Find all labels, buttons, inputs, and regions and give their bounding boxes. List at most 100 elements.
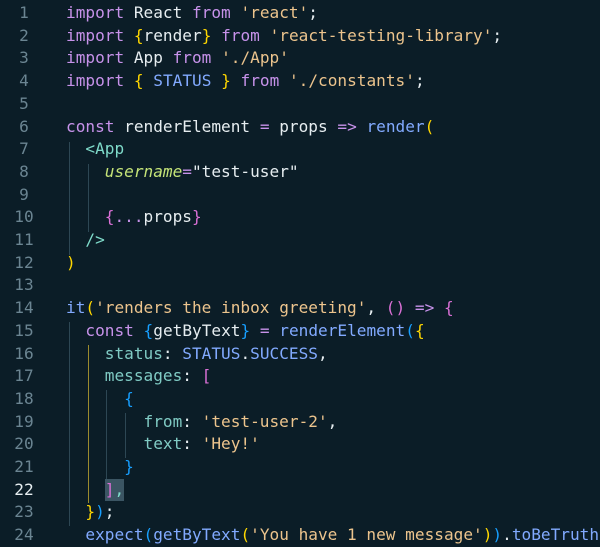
code-token: "test-user": [191, 161, 299, 181]
code-token: ): [492, 525, 503, 545]
code-line[interactable]: 3 import App from './App': [0, 47, 600, 70]
code-token: (): [385, 298, 406, 318]
code-token: {: [124, 388, 134, 408]
code-line[interactable]: 22 ],: [0, 478, 600, 502]
code-line[interactable]: 16 status: STATUS.SUCCESS,: [0, 343, 600, 366]
code-editor[interactable]: 1 import React from 'react'; 2 import {rend…: [0, 0, 600, 547]
code-line[interactable]: 6 const renderElement = props => render(: [0, 116, 600, 139]
code-token: import: [66, 25, 125, 45]
code-token: :: [182, 411, 202, 431]
code-token: STATUS: [153, 71, 212, 91]
code-text: username="test-user": [66, 161, 299, 184]
code-line[interactable]: 18 {: [0, 388, 600, 411]
code-token: import: [66, 48, 125, 68]
code-token: .: [502, 525, 512, 545]
code-token: 'renders the inbox greeting': [95, 298, 367, 318]
code-token: =: [259, 320, 270, 340]
code-line[interactable]: 8 username="test-user": [0, 161, 600, 184]
code-line[interactable]: 12): [0, 252, 600, 275]
code-text: status: STATUS.SUCCESS,: [66, 343, 328, 366]
code-token: :: [162, 343, 183, 363]
code-token: =: [182, 161, 192, 181]
code-line[interactable]: 14 it('renders the inbox greeting', () =>…: [0, 297, 600, 320]
code-token: />: [85, 230, 105, 249]
code-line[interactable]: 11 />: [0, 229, 600, 252]
code-token: toBeTruthy: [511, 525, 600, 545]
code-token: props: [143, 207, 192, 227]
code-line[interactable]: 7 <App: [0, 138, 600, 161]
code-line[interactable]: 23 });: [0, 501, 600, 524]
code-token: (: [85, 298, 96, 318]
code-token: ,: [366, 298, 386, 318]
code-line[interactable]: 5: [0, 93, 600, 116]
code-text: messages: [: [66, 365, 212, 388]
line-number: 22: [14, 479, 34, 499]
code-token: username: [104, 161, 183, 181]
code-token: ;: [492, 25, 503, 45]
code-text: import {render} from 'react-testing-libr…: [66, 25, 502, 48]
code-token: from: [191, 3, 231, 22]
code-line[interactable]: 24 expect(getByText('You have 1 new mess…: [0, 524, 600, 547]
code-token: ,: [114, 478, 125, 502]
code-token: 'Hey!': [201, 434, 260, 454]
code-token: renderElement: [279, 320, 406, 340]
code-token: {: [104, 207, 115, 227]
code-token: const: [66, 116, 115, 136]
code-token: :: [182, 434, 202, 454]
line-number: 8: [19, 161, 29, 181]
code-token: ;: [308, 3, 318, 22]
code-line[interactable]: 17 messages: [: [0, 365, 600, 388]
code-line[interactable]: 15 const {getByText} = renderElement({: [0, 320, 600, 343]
code-token: SUCCESS: [250, 343, 318, 363]
code-line[interactable]: 2 import {render} from 'react-testing-lib…: [0, 25, 600, 48]
line-number: 6: [19, 116, 29, 136]
line-number: 20: [14, 434, 34, 454]
line-number: 24: [14, 525, 34, 545]
code-line[interactable]: 9: [0, 184, 600, 207]
code-token: App: [124, 48, 173, 68]
code-line[interactable]: 13: [0, 274, 600, 297]
code-token: (: [405, 320, 415, 340]
code-token: status: [104, 343, 163, 363]
code-token: }: [201, 25, 212, 45]
code-token: <App: [85, 139, 125, 159]
code-token: ,: [317, 343, 328, 363]
code-text: text: 'Hey!': [66, 433, 260, 456]
code-token: {: [133, 25, 144, 45]
code-token: from: [143, 411, 183, 431]
code-token: =: [259, 116, 270, 136]
code-line[interactable]: 21 }: [0, 456, 600, 479]
code-text: ): [66, 252, 76, 275]
code-token: from: [172, 48, 212, 68]
code-line[interactable]: 19 from: 'test-user-2',: [0, 411, 600, 434]
code-token: from: [221, 25, 260, 45]
code-line[interactable]: 20 text: 'Hey!': [0, 433, 600, 456]
code-line[interactable]: 4 import { STATUS } from './constants';: [0, 70, 600, 93]
code-token: ;: [104, 502, 115, 522]
code-token: 'You have 1 new message': [250, 525, 483, 545]
code-token: [: [201, 366, 212, 386]
code-token: }: [240, 320, 251, 340]
code-line[interactable]: 10 {...props}: [0, 206, 600, 229]
code-token: {: [443, 298, 454, 318]
code-token: ]: [104, 478, 115, 502]
code-line[interactable]: 1 import React from 'react';: [0, 2, 600, 25]
code-token: {: [133, 71, 144, 91]
code-text: ],: [66, 478, 125, 502]
line-number: 19: [14, 411, 34, 431]
